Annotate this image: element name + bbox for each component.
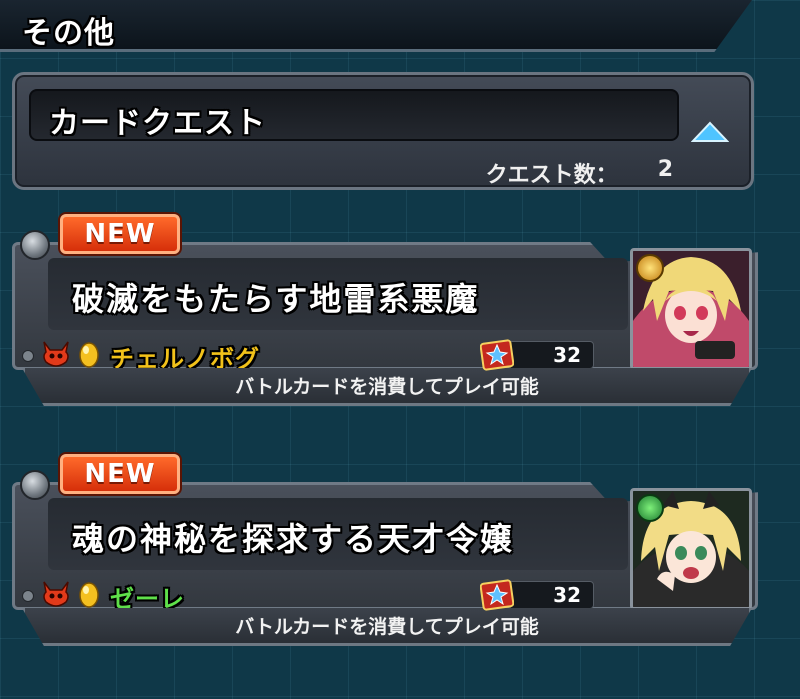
egg-icon bbox=[78, 340, 100, 372]
devil-icon bbox=[40, 580, 72, 612]
screw-icon bbox=[22, 350, 34, 362]
category-panel[interactable]: カードクエスト クエスト数： 2 bbox=[12, 72, 754, 190]
card-cost: 32 bbox=[479, 578, 594, 612]
quest-count: クエスト数： 2 bbox=[486, 157, 673, 189]
pin-icon bbox=[20, 230, 50, 260]
screw-icon bbox=[22, 590, 34, 602]
battle-card-icon bbox=[479, 338, 515, 372]
quest-card[interactable]: NEW 魂の神秘を探求する天才令嬢 ゼーレ 32 バトルカードを消費してプレイ可… bbox=[12, 454, 758, 650]
boss-info: ゼーレ bbox=[40, 580, 185, 613]
quest-title-box: 魂の神秘を探求する天才令嬢 bbox=[48, 498, 628, 570]
quest-title: 破滅をもたらす地雷系悪魔 bbox=[72, 280, 480, 318]
footer-text: バトルカードを消費してプレイ可能 bbox=[235, 376, 539, 398]
battle-card-icon bbox=[479, 578, 515, 612]
wood-icon bbox=[636, 494, 664, 522]
card-cost: 32 bbox=[479, 338, 594, 372]
quest-footer: バトルカードを消費してプレイ可能 bbox=[22, 608, 752, 646]
quest-count-label: クエスト数： bbox=[485, 163, 618, 188]
new-badge: NEW bbox=[60, 454, 180, 494]
category-name: カードクエスト bbox=[49, 106, 266, 141]
pin-icon bbox=[20, 470, 50, 500]
quest-title: 魂の神秘を探求する天才令嬢 bbox=[72, 520, 515, 558]
quest-count-value: 2 bbox=[657, 157, 673, 182]
light-icon bbox=[636, 254, 664, 282]
collapse-arrow-icon[interactable] bbox=[691, 121, 729, 143]
boss-info: チェルノボグ bbox=[40, 340, 260, 373]
new-badge: NEW bbox=[60, 214, 180, 254]
quest-title-box: 破滅をもたらす地雷系悪魔 bbox=[48, 258, 628, 330]
section-title: その他 bbox=[22, 16, 115, 51]
devil-icon bbox=[40, 340, 72, 372]
quest-footer: バトルカードを消費してプレイ可能 bbox=[22, 368, 752, 406]
category-name-box: カードクエスト bbox=[29, 89, 679, 141]
egg-icon bbox=[78, 580, 100, 612]
card-cost-value: 32 bbox=[508, 341, 594, 369]
card-cost-value: 32 bbox=[508, 581, 594, 609]
quest-card[interactable]: NEW 破滅をもたらす地雷系悪魔 チェルノボグ 32 バトルカードを消費してプレ… bbox=[12, 214, 758, 410]
footer-text: バトルカードを消費してプレイ可能 bbox=[235, 616, 539, 638]
